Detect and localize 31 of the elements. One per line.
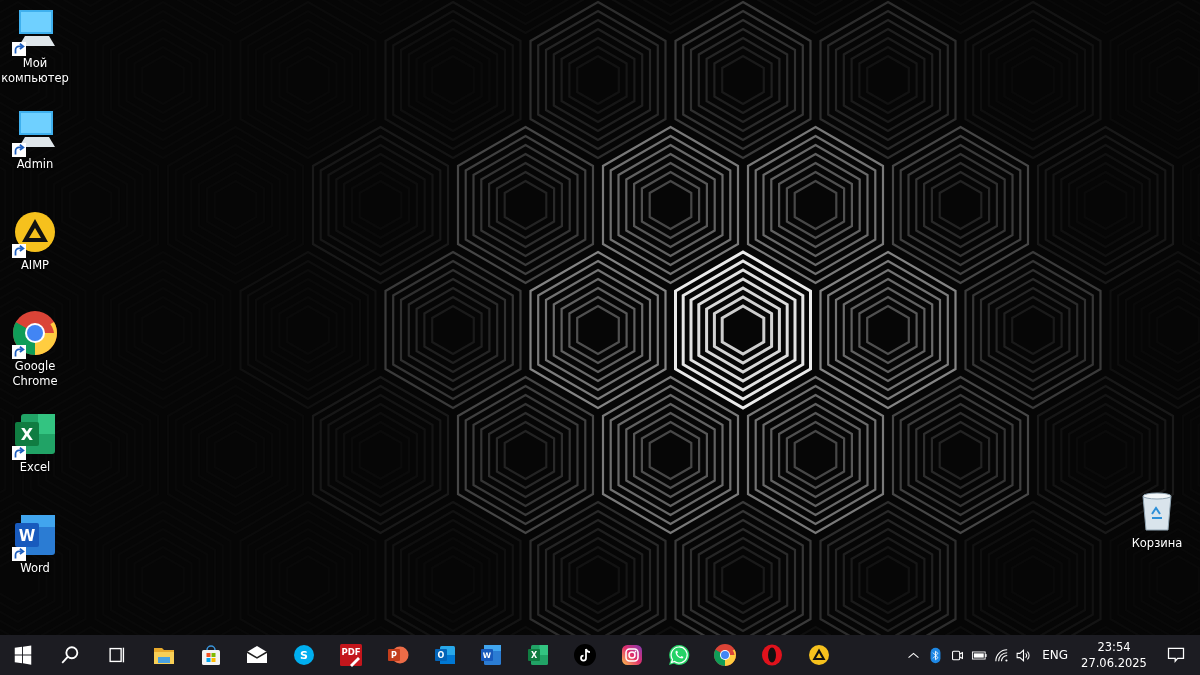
desktop-shortcut[interactable]: Корзина: [1122, 486, 1192, 587]
desktop-shortcut[interactable]: Мой компьютер: [0, 6, 70, 107]
wifi-icon: [992, 646, 1010, 664]
desktop-icon-label: AIMP: [19, 258, 51, 273]
language-indicator[interactable]: ENG: [1034, 635, 1076, 675]
whatsapp-icon: [666, 643, 691, 667]
clock-time: 23:54: [1097, 639, 1131, 655]
instagram-icon: [619, 643, 644, 667]
desktop-shortcut[interactable]: AIMP: [0, 208, 70, 309]
desktop-icon-label: Admin: [15, 157, 55, 172]
opera-icon: [760, 643, 785, 667]
desktop-shortcut[interactable]: Admin: [0, 107, 70, 208]
tiktok-icon: [572, 643, 597, 667]
pdf-icon: PDF: [338, 643, 363, 667]
speaker-icon: [1014, 646, 1032, 664]
skype-icon: S: [292, 643, 317, 667]
desktop-icon-label: Excel: [18, 460, 52, 475]
desktop-icon-label: Word: [19, 561, 51, 576]
taskbar-button[interactable]: PDF: [327, 635, 375, 675]
clock-button[interactable]: 23:54 27.06.2025: [1076, 635, 1152, 675]
desktop-icon-label: Google Chrome: [11, 359, 59, 389]
chrome-icon: [713, 643, 738, 667]
speech-bubble-icon: [1166, 645, 1186, 665]
aimp-icon: [806, 643, 831, 667]
desktop-shortcut[interactable]: X Excel: [0, 410, 70, 511]
desktop-shortcut[interactable]: Google Chrome: [0, 309, 70, 410]
chrome-icon: [11, 309, 59, 357]
desktop-shortcut[interactable]: W Word: [0, 511, 70, 612]
desktop-icon-label: Мой компьютер: [0, 56, 70, 86]
clock-date: 27.06.2025: [1081, 655, 1147, 671]
desktop-icon-label: Корзина: [1130, 536, 1184, 551]
